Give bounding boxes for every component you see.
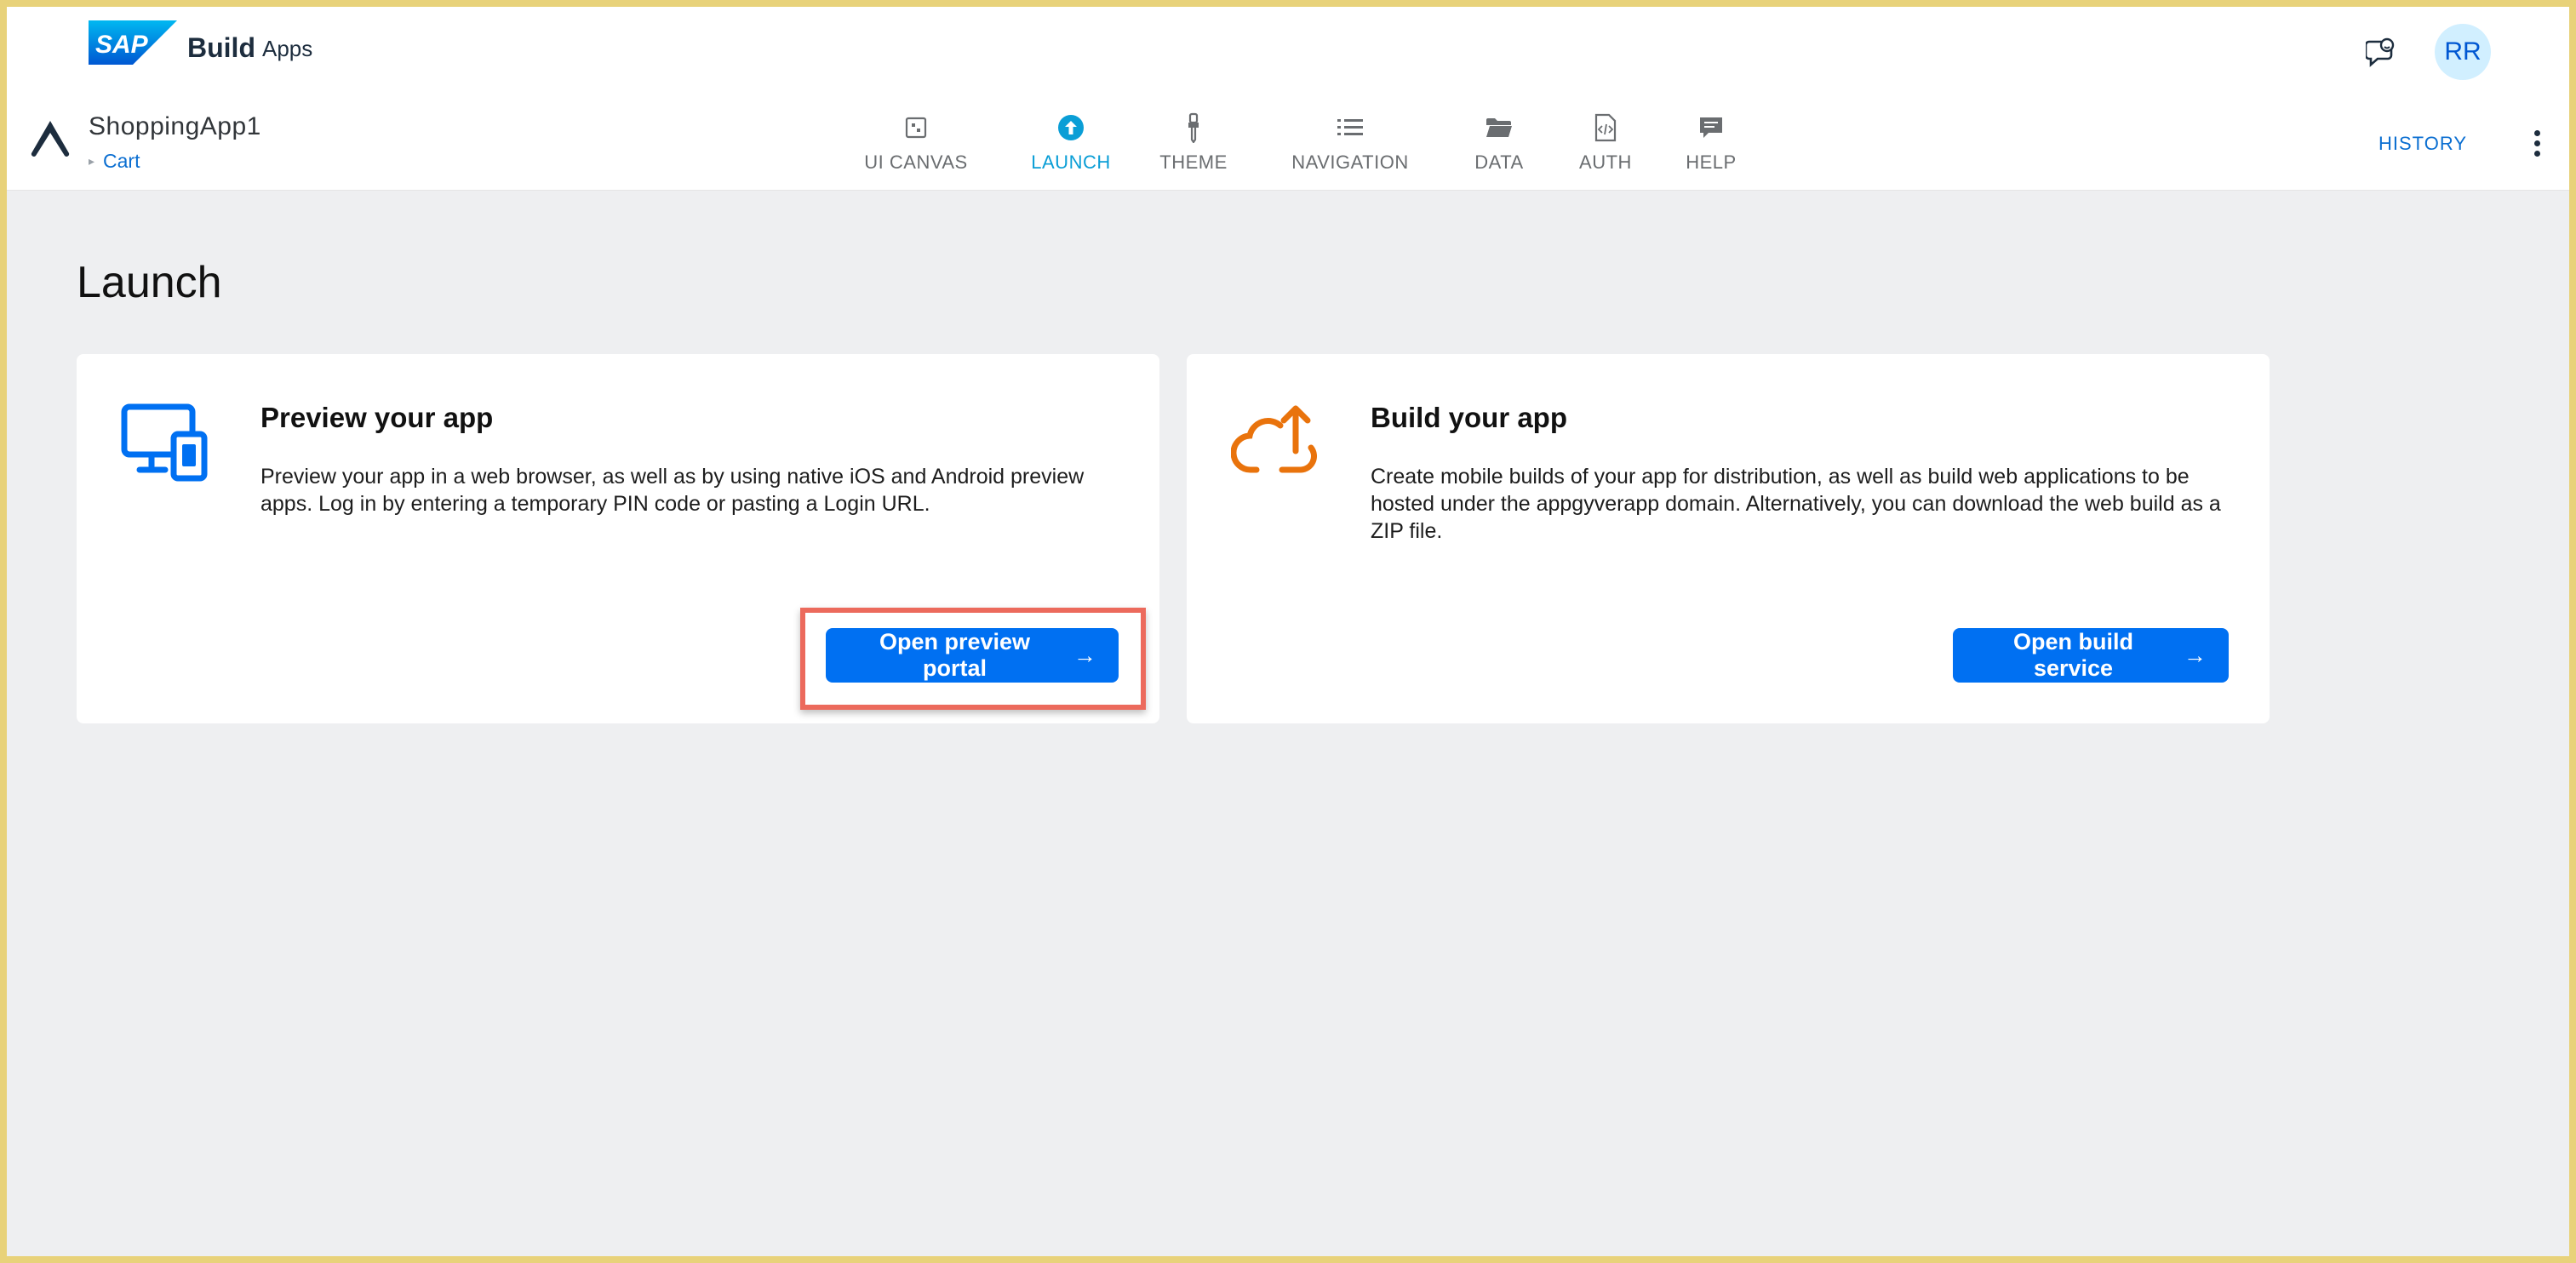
button-label: Open build service xyxy=(2013,629,2133,681)
feedback-button[interactable] xyxy=(2361,32,2401,71)
tab-label: THEME xyxy=(1159,151,1228,173)
tab-data[interactable]: DATA xyxy=(1459,95,1539,191)
devices-icon xyxy=(121,403,208,482)
theme-brush-icon xyxy=(1188,112,1199,143)
tab-auth[interactable]: AUTH xyxy=(1566,95,1645,191)
app-window: SAP Build Apps RR ShoppingApp1 ▸ Cart UI… xyxy=(0,0,2576,1263)
preview-card: Preview your app Preview your app in a w… xyxy=(77,354,1159,723)
tab-label: LAUNCH xyxy=(1031,151,1111,173)
tab-label: AUTH xyxy=(1579,151,1632,173)
page-title: Launch xyxy=(77,258,222,307)
sap-logo-text: SAP xyxy=(95,31,149,59)
shell-bar: SAP Build Apps RR xyxy=(7,7,2569,95)
breadcrumb-page[interactable]: Cart xyxy=(103,150,140,173)
tab-help[interactable]: HELP xyxy=(1670,95,1752,191)
app-name[interactable]: ShoppingApp1 xyxy=(89,112,261,141)
tab-label: HELP xyxy=(1686,151,1737,173)
sap-logo[interactable]: SAP xyxy=(89,20,177,65)
launch-icon xyxy=(1058,115,1084,140)
user-avatar[interactable]: RR xyxy=(2435,24,2491,80)
tab-label: DATA xyxy=(1474,151,1524,173)
cloud-upload-icon xyxy=(1231,405,1317,473)
tab-ui-canvas[interactable]: UI CANVAS xyxy=(862,95,970,191)
code-doc-icon xyxy=(1594,113,1617,142)
arrow-right-icon: → xyxy=(2184,642,2207,668)
build-card: Build your app Create mobile builds of y… xyxy=(1187,354,2270,723)
tab-label: NAVIGATION xyxy=(1291,151,1409,173)
chat-icon xyxy=(1700,117,1722,138)
open-preview-portal-button[interactable]: Open preview portal → xyxy=(826,628,1119,683)
breadcrumb[interactable]: ▸ Cart xyxy=(89,150,140,173)
chevron-right-icon: ▸ xyxy=(89,154,95,168)
arrow-right-icon: → xyxy=(1073,642,1096,668)
open-build-service-button[interactable]: Open build service → xyxy=(1953,628,2229,683)
tab-label: UI CANVAS xyxy=(864,151,968,173)
list-icon xyxy=(1337,119,1363,135)
canvas-icon xyxy=(905,117,927,139)
card-description: Create mobile builds of your app for dis… xyxy=(1371,465,2221,543)
tab-launch[interactable]: LAUNCH xyxy=(1020,95,1122,191)
card-title: Preview your app xyxy=(260,402,494,433)
app-header: ShoppingApp1 ▸ Cart UI CANVAS LAUNCH THE… xyxy=(7,95,2569,191)
product-title: Build xyxy=(187,32,255,63)
more-options-icon[interactable] xyxy=(2520,124,2554,162)
feedback-icon xyxy=(2366,37,2395,67)
appgyver-logo-icon[interactable] xyxy=(29,119,72,157)
tab-navigation[interactable]: NAVIGATION xyxy=(1267,95,1434,191)
tab-theme[interactable]: THEME xyxy=(1151,95,1236,191)
button-label: Open preview portal xyxy=(879,629,1031,681)
card-title: Build your app xyxy=(1371,402,1567,433)
product-subtitle: Apps xyxy=(262,36,313,61)
card-description: Preview your app in a web browser, as we… xyxy=(260,465,1085,516)
folder-icon xyxy=(1486,118,1512,137)
history-button[interactable]: HISTORY xyxy=(2379,133,2467,155)
